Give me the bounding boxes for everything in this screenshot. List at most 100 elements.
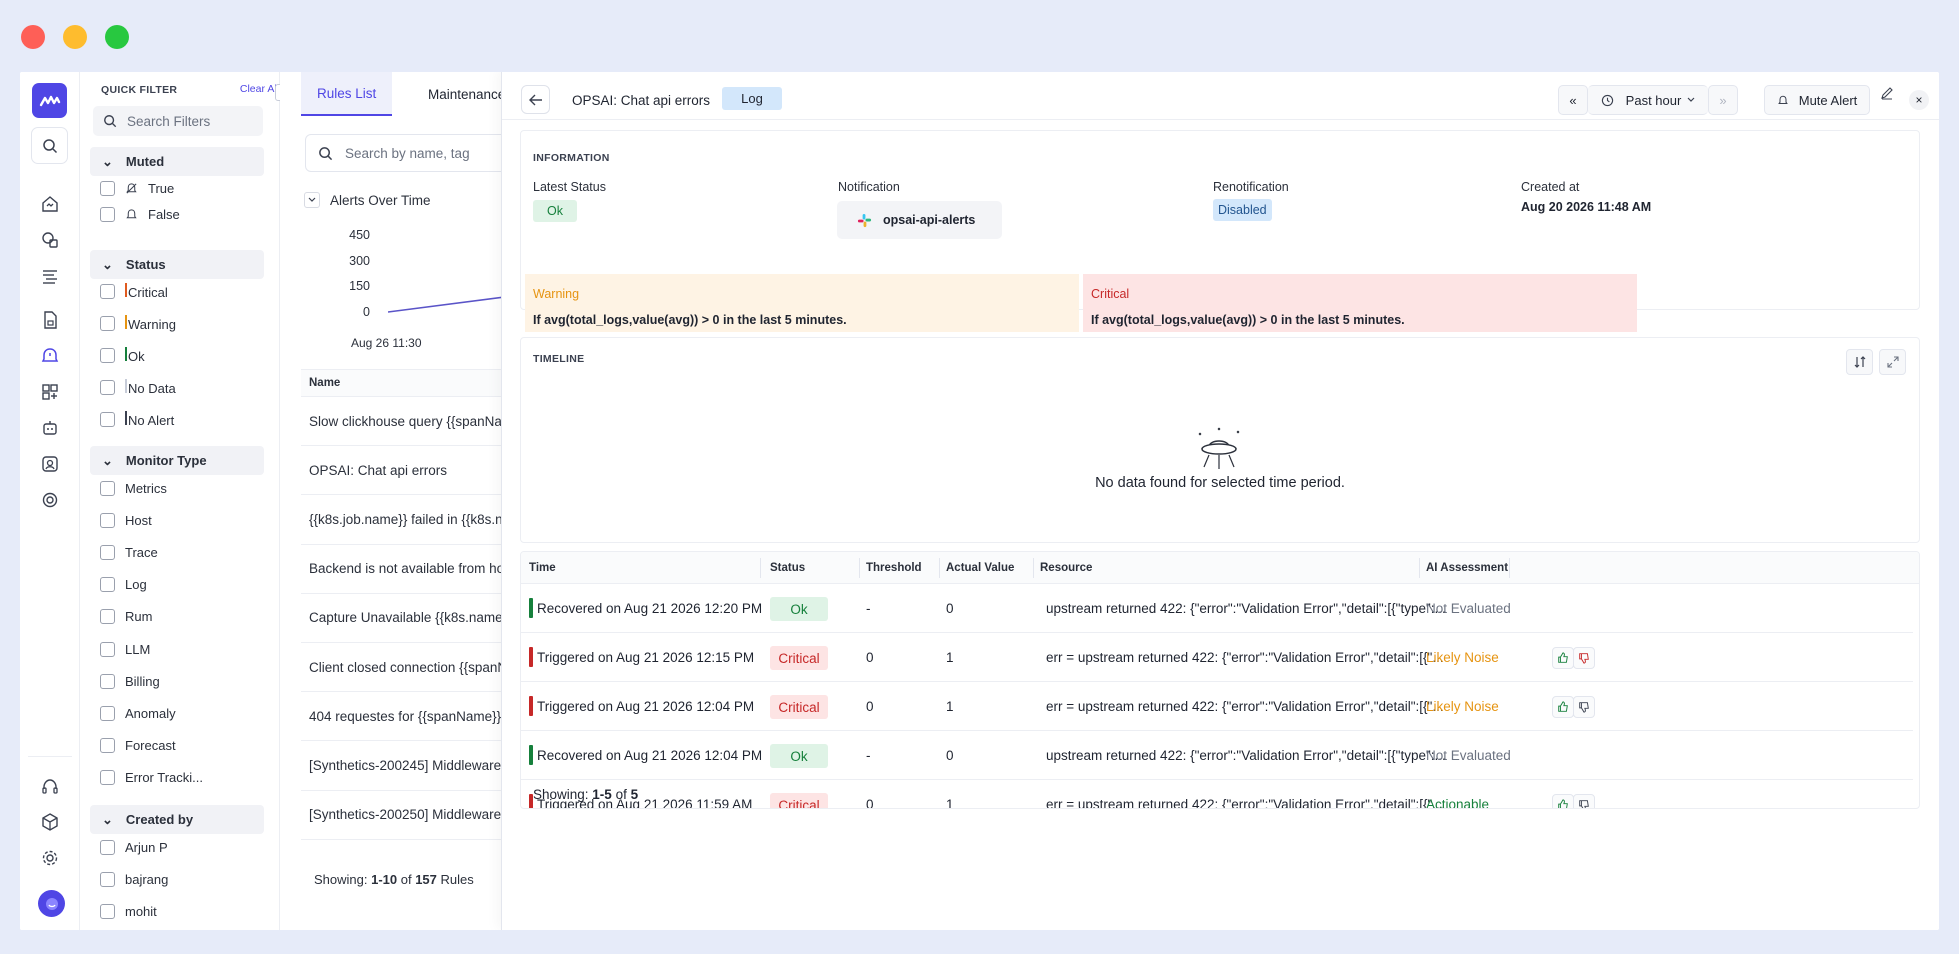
tab-rules-list[interactable]: Rules List: [301, 72, 393, 116]
group-muted[interactable]: ⌄ Muted: [90, 147, 264, 176]
option-monitor-type[interactable]: Metrics: [100, 478, 167, 498]
bot-icon[interactable]: [38, 416, 62, 440]
checkbox[interactable]: [100, 673, 115, 689]
checkbox[interactable]: [100, 512, 115, 528]
thumbs-down-icon[interactable]: [1573, 647, 1595, 669]
filter-search-input[interactable]: [127, 113, 247, 129]
checkbox[interactable]: [100, 347, 115, 363]
alert-history-table: Time Status Threshold Actual Value Resou…: [520, 551, 1920, 809]
column-header-status[interactable]: Status: [770, 562, 805, 574]
option-status-ok[interactable]: Ok: [100, 345, 145, 365]
checkbox[interactable]: [100, 903, 115, 919]
checkbox[interactable]: [100, 738, 115, 754]
checkbox[interactable]: [100, 839, 115, 855]
search-icon[interactable]: [31, 127, 68, 164]
option-monitor-type[interactable]: Forecast: [100, 736, 176, 756]
checkbox[interactable]: [100, 641, 115, 657]
window-maximize-dot[interactable]: [105, 25, 129, 49]
column-header-resource[interactable]: Resource: [1040, 562, 1092, 574]
home-icon[interactable]: [38, 192, 62, 216]
option-status-no-data[interactable]: No Data: [100, 377, 176, 397]
option-monitor-type[interactable]: Trace: [100, 542, 158, 562]
table-row[interactable]: Recovered on Aug 21 2026 12:04 PM Ok - 0 ups…: [521, 731, 1913, 780]
previous-range-button[interactable]: «: [1558, 85, 1588, 115]
window-close-dot[interactable]: [21, 25, 45, 49]
option-monitor-type[interactable]: Rum: [100, 607, 152, 627]
option-monitor-type[interactable]: Log: [100, 575, 147, 595]
expand-icon[interactable]: [1879, 349, 1906, 375]
close-drawer-button[interactable]: ×: [1909, 90, 1929, 110]
table-row[interactable]: Triggered on Aug 21 2026 12:15 PM Critica…: [521, 633, 1913, 682]
option-monitor-type[interactable]: Anomaly: [100, 703, 176, 723]
checkbox[interactable]: [100, 770, 115, 786]
thumbs-up-icon[interactable]: [1552, 794, 1574, 808]
option-monitor-type[interactable]: Error Tracki...: [100, 768, 203, 788]
rules-search-input[interactable]: [345, 145, 495, 161]
option-created-by[interactable]: Arjun P: [100, 837, 168, 857]
thumbs-down-icon[interactable]: [1573, 696, 1595, 718]
column-header-actual-value[interactable]: Actual Value: [946, 562, 1014, 574]
checkbox[interactable]: [100, 315, 115, 331]
status-badge: Critical: [770, 695, 828, 719]
group-status[interactable]: ⌄ Status: [90, 250, 264, 279]
checkbox[interactable]: [100, 544, 115, 560]
option-status-warning[interactable]: Warning: [100, 313, 176, 333]
sort-icon[interactable]: [1846, 349, 1873, 375]
slack-icon: [857, 213, 872, 227]
thumbs-up-icon[interactable]: [1552, 696, 1574, 718]
checkbox[interactable]: [100, 577, 115, 593]
back-button[interactable]: [521, 85, 550, 114]
checkbox[interactable]: [100, 283, 115, 299]
checkbox[interactable]: [100, 206, 115, 222]
option-created-by[interactable]: mohit: [100, 901, 157, 921]
column-header-time[interactable]: Time: [529, 562, 556, 574]
option-status-critical[interactable]: Critical: [100, 281, 168, 301]
option-created-by[interactable]: bajrang: [100, 869, 168, 889]
checkbox[interactable]: [100, 871, 115, 887]
checkbox[interactable]: [100, 480, 115, 496]
option-monitor-type[interactable]: LLM: [100, 639, 150, 659]
alerts-over-time-toggle[interactable]: Alerts Over Time: [304, 192, 431, 208]
checkbox[interactable]: [100, 180, 115, 196]
group-monitor-type[interactable]: ⌄ Monitor Type: [90, 446, 264, 475]
checkbox[interactable]: [100, 411, 115, 427]
settings-gear-icon[interactable]: [38, 846, 62, 870]
next-range-button[interactable]: »: [1708, 85, 1738, 115]
table-row[interactable]: Triggered on Aug 21 2026 12:04 PM Critica…: [521, 682, 1913, 731]
window-minimize-dot[interactable]: [63, 25, 87, 49]
option-status-no-alert[interactable]: No Alert: [100, 409, 174, 429]
table-row[interactable]: Recovered on Aug 21 2026 12:20 PM Ok - 0 ups…: [521, 584, 1913, 633]
group-created-by[interactable]: ⌄ Created by: [90, 805, 264, 834]
logo-icon[interactable]: [32, 83, 67, 118]
user-monitor-icon[interactable]: [38, 452, 62, 476]
alerts-icon[interactable]: [38, 344, 62, 368]
option-monitor-type[interactable]: Host: [100, 510, 152, 530]
mute-alert-button[interactable]: Mute Alert: [1764, 85, 1870, 115]
checkbox[interactable]: [100, 705, 115, 721]
clear-all-link[interactable]: Clear All: [240, 83, 279, 95]
chevrons-left-icon: «: [1569, 92, 1577, 108]
dashboards-icon[interactable]: [38, 380, 62, 404]
chevron-down-icon: ⌄: [102, 811, 113, 827]
tab-maintenance[interactable]: Maintenance: [428, 72, 505, 116]
notification-channel-chip[interactable]: opsai-api-alerts: [837, 201, 1002, 239]
column-header-ai-assessment[interactable]: AI Assessment: [1426, 562, 1508, 574]
logs-icon[interactable]: [38, 264, 62, 288]
option-muted-false[interactable]: False: [100, 204, 180, 224]
thumbs-up-icon[interactable]: [1552, 647, 1574, 669]
integrations-icon[interactable]: [38, 488, 62, 512]
avatar[interactable]: [38, 890, 65, 917]
option-monitor-type[interactable]: Billing: [100, 671, 160, 691]
column-header-threshold[interactable]: Threshold: [866, 562, 922, 574]
edit-icon[interactable]: [1880, 86, 1894, 103]
document-icon[interactable]: [38, 308, 62, 332]
support-icon[interactable]: [38, 775, 62, 799]
option-muted-true[interactable]: True: [100, 178, 174, 198]
table-row[interactable]: Triggered on Aug 21 2026 11:59 AM Critica…: [521, 780, 1913, 808]
package-icon[interactable]: [38, 810, 62, 834]
checkbox[interactable]: [100, 609, 115, 625]
checkbox[interactable]: [100, 379, 115, 395]
apm-icon[interactable]: [38, 228, 62, 252]
time-range-select[interactable]: Past hour: [1588, 85, 1708, 115]
thumbs-down-icon[interactable]: [1573, 794, 1595, 808]
